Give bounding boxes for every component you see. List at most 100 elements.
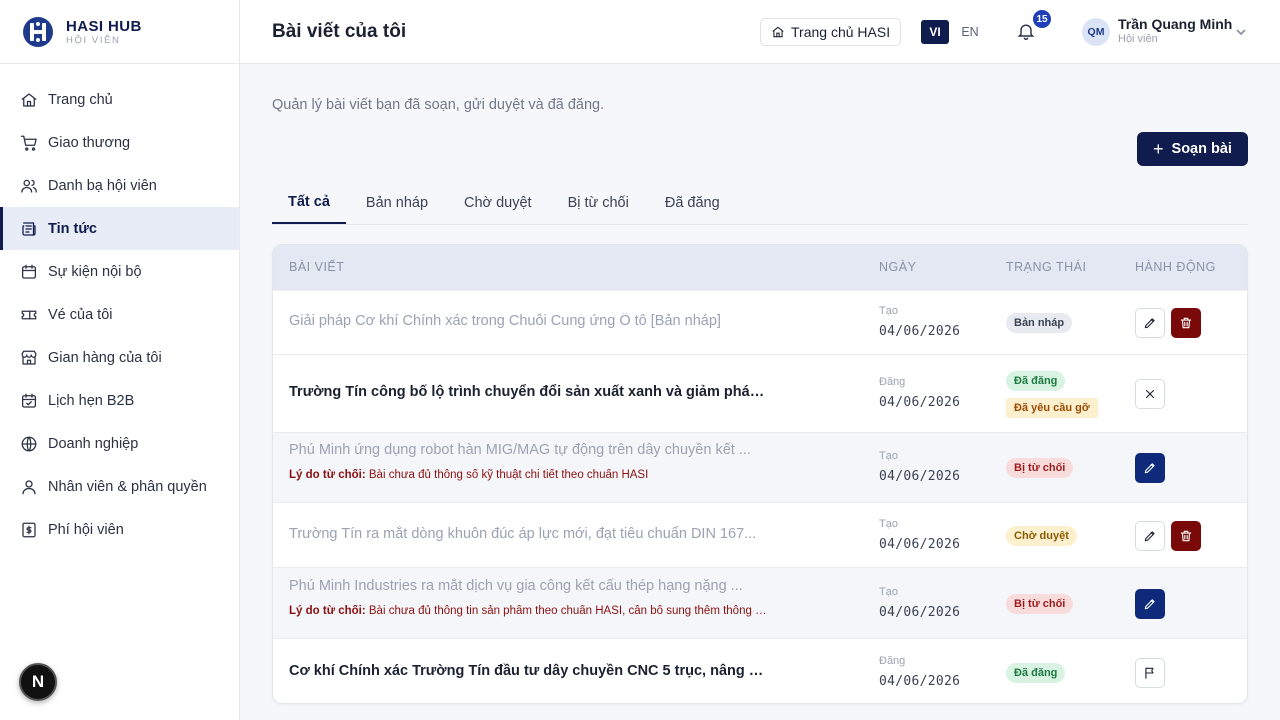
sidebar-item-label: Trang chủ bbox=[48, 91, 113, 108]
table-row[interactable]: Cơ khí Chính xác Trường Tín đầu tư dây c… bbox=[273, 638, 1247, 703]
sidebar-item-5[interactable]: Vé của tôi bbox=[0, 293, 239, 336]
lang-en-button[interactable]: EN bbox=[956, 20, 984, 44]
tab-3[interactable]: Bị từ chối bbox=[552, 182, 645, 224]
status-badge: Bị từ chối bbox=[1006, 458, 1074, 478]
brand[interactable]: HASI HUB HỘI VIÊN bbox=[0, 0, 239, 64]
sidebar-item-label: Vé của tôi bbox=[48, 306, 113, 323]
hasi-logo-icon bbox=[23, 16, 53, 47]
sidebar-nav: Trang chủ Giao thương Danh bạ hội viên Tin … bbox=[0, 64, 239, 551]
column-header-date: NGÀY bbox=[879, 260, 917, 274]
table-row[interactable]: Phú Minh ứng dụng robot hàn MIG/MAG tự đ… bbox=[273, 432, 1247, 502]
pencil-icon bbox=[1144, 530, 1155, 541]
table-row[interactable]: Giải pháp Cơ khí Chính xác trong Chuỗi C… bbox=[273, 290, 1247, 354]
tab-4[interactable]: Đã đăng bbox=[649, 182, 736, 224]
sidebar-item-9[interactable]: Nhân viên & phân quyền bbox=[0, 465, 239, 508]
post-title[interactable]: Trường Tín ra mắt dòng khuôn đúc áp lực … bbox=[289, 526, 769, 542]
page-title: Bài viết của tôi bbox=[272, 20, 407, 42]
table-header: BÀI VIẾT NGÀY TRẠNG THÁI HÀNH ĐỘNG bbox=[273, 245, 1247, 290]
close-icon bbox=[1145, 389, 1155, 399]
tab-1[interactable]: Bản nháp bbox=[350, 182, 444, 224]
sidebar-item-label: Tin tức bbox=[48, 220, 97, 237]
post-title[interactable]: Cơ khí Chính xác Trường Tín đầu tư dây c… bbox=[289, 663, 769, 679]
table-row[interactable]: Trường Tín ra mắt dòng khuôn đúc áp lực … bbox=[273, 502, 1247, 567]
tab-0[interactable]: Tất cả bbox=[272, 182, 346, 224]
post-title[interactable]: Giải pháp Cơ khí Chính xác trong Chuỗi C… bbox=[289, 313, 769, 329]
sidebar-item-2[interactable]: Danh bạ hội viên bbox=[0, 164, 239, 207]
rejection-reason: Lý do từ chối: Bài chưa đủ thông số kỹ t… bbox=[289, 469, 769, 481]
hasi-home-label: Trang chủ HASI bbox=[791, 24, 891, 40]
sidebar-item-0[interactable]: Trang chủ bbox=[0, 78, 239, 121]
table-row[interactable]: Phú Minh Industries ra mắt dịch vụ gia c… bbox=[273, 567, 1247, 638]
newspaper-icon bbox=[20, 220, 38, 238]
dev-tools-badge[interactable]: N bbox=[19, 663, 57, 701]
rejection-reason-text: Bài chưa đủ thông tin sản phẩm theo chuẩ… bbox=[368, 604, 769, 617]
delete-button[interactable] bbox=[1171, 308, 1201, 338]
user-role: Hội viên bbox=[1118, 33, 1158, 45]
edit-button[interactable] bbox=[1135, 520, 1165, 551]
calendar-check-icon bbox=[20, 392, 38, 410]
post-title[interactable]: Phú Minh ứng dụng robot hàn MIG/MAG tự đ… bbox=[289, 442, 769, 458]
sidebar-item-label: Lịch hẹn B2B bbox=[48, 392, 135, 409]
rejection-reason-text: Bài chưa đủ thông số kỹ thuật chi tiết t… bbox=[368, 469, 649, 481]
delete-button[interactable] bbox=[1171, 520, 1201, 551]
status-badge: Đã đăng bbox=[1006, 371, 1066, 391]
date-label: Tạo bbox=[879, 450, 898, 462]
sidebar-item-label: Doanh nghiệp bbox=[48, 435, 139, 452]
date-label: Tạo bbox=[879, 305, 898, 317]
post-title[interactable]: Trường Tín công bố lộ trình chuyển đổi s… bbox=[289, 384, 769, 400]
sidebar-item-3[interactable]: Tin tức bbox=[0, 207, 239, 250]
column-header-action: HÀNH ĐỘNG bbox=[1135, 260, 1216, 274]
request-takedown-button[interactable] bbox=[1135, 657, 1165, 688]
users-icon bbox=[20, 177, 38, 195]
page-subtitle: Quản lý bài viết bạn đã soạn, gửi duyệt … bbox=[272, 97, 605, 113]
compose-label: Soạn bài bbox=[1171, 141, 1232, 157]
sidebar-item-4[interactable]: Sự kiện nội bộ bbox=[0, 250, 239, 293]
date-value: 04/06/2026 bbox=[879, 536, 961, 552]
date-value: 04/06/2026 bbox=[879, 469, 961, 484]
sidebar-item-label: Phí hội viên bbox=[48, 521, 124, 538]
edit-button[interactable] bbox=[1135, 308, 1165, 338]
status-tabs: Tất cả Bản nháp Chờ duyệt Bị từ chối Đã đăng bbox=[272, 182, 1248, 225]
pencil-icon bbox=[1144, 463, 1155, 474]
tab-2[interactable]: Chờ duyệt bbox=[448, 182, 548, 224]
date-label: Tạo bbox=[879, 585, 898, 598]
trash-icon bbox=[1180, 530, 1192, 541]
plus-icon: + bbox=[1153, 139, 1164, 159]
sidebar-item-8[interactable]: Doanh nghiệp bbox=[0, 422, 239, 465]
pencil-icon bbox=[1144, 598, 1155, 609]
avatar[interactable]: QM bbox=[1082, 18, 1110, 46]
receipt-icon bbox=[20, 521, 38, 539]
edit-button[interactable] bbox=[1135, 588, 1165, 619]
bell-icon bbox=[1017, 24, 1035, 40]
top-header: Bài viết của tôi Trang chủ HASI VI EN 15… bbox=[240, 0, 1280, 64]
sidebar-item-6[interactable]: Gian hàng của tôi bbox=[0, 336, 239, 379]
brand-subtitle: HỘI VIÊN bbox=[66, 34, 121, 46]
status-badge: Chờ duyệt bbox=[1006, 525, 1077, 546]
date-value: 04/06/2026 bbox=[879, 673, 961, 689]
pencil-icon bbox=[1144, 318, 1155, 329]
ticket-icon bbox=[20, 306, 38, 324]
compose-post-button[interactable]: + Soạn bài bbox=[1137, 132, 1248, 166]
column-header-title: BÀI VIẾT bbox=[289, 260, 345, 274]
user-menu[interactable]: Trần Quang Minh Hội viên bbox=[1118, 16, 1232, 46]
post-title[interactable]: Phú Minh Industries ra mắt dịch vụ gia c… bbox=[289, 578, 769, 594]
sidebar-item-7[interactable]: Lịch hẹn B2B bbox=[0, 379, 239, 422]
rejection-reason-label: Lý do từ chối: bbox=[289, 604, 366, 617]
edit-button[interactable] bbox=[1135, 453, 1165, 483]
date-value: 04/06/2026 bbox=[879, 324, 961, 339]
user-name: Trần Quang Minh bbox=[1118, 16, 1233, 32]
chevron-down-icon[interactable] bbox=[1235, 25, 1247, 37]
sidebar: HASI HUB HỘI VIÊN Trang chủ Giao thương Da… bbox=[0, 0, 240, 720]
cancel-takedown-button[interactable] bbox=[1135, 379, 1165, 409]
lang-vi-button[interactable]: VI bbox=[921, 20, 949, 44]
sidebar-item-label: Gian hàng của tôi bbox=[48, 349, 162, 366]
takedown-request-badge: Đã yêu cầu gỡ bbox=[1006, 398, 1098, 418]
sidebar-item-label: Danh bạ hội viên bbox=[48, 177, 157, 194]
table-row[interactable]: Trường Tín công bố lộ trình chuyển đổi s… bbox=[273, 354, 1247, 432]
store-icon bbox=[20, 349, 38, 367]
sidebar-item-1[interactable]: Giao thương bbox=[0, 121, 239, 164]
sidebar-item-10[interactable]: Phí hội viên bbox=[0, 508, 239, 551]
date-label: Đăng bbox=[879, 654, 906, 667]
column-header-status: TRẠNG THÁI bbox=[1006, 260, 1087, 274]
hasi-home-button[interactable]: Trang chủ HASI bbox=[760, 18, 902, 46]
